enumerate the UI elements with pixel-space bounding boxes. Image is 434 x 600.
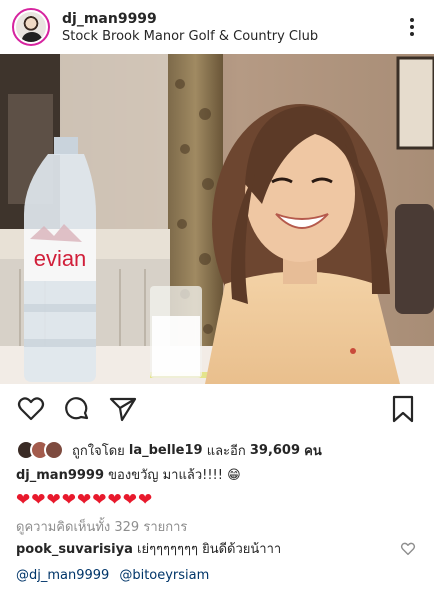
heart-icon[interactable] [16, 394, 46, 424]
action-bar [0, 392, 434, 426]
mention-link[interactable]: @bitoeyrsiam [119, 568, 209, 583]
view-all-comments-link[interactable]: ดูความคิดเห็นทั้ง 329 รายการ [16, 518, 187, 538]
comment-like-heart-icon[interactable] [400, 541, 416, 557]
likes-prefix: ถูกใจโดย [72, 443, 125, 459]
liker-avatars [16, 440, 64, 460]
likes-summary[interactable]: ถูกใจโดย la_belle19 และอีก 39,609 คน [16, 438, 322, 462]
caption-hearts: ❤❤❤❤❤❤❤❤❤ [16, 490, 154, 510]
post-username[interactable]: dj_man9999 [62, 10, 402, 28]
post-location[interactable]: Stock Brook Manor Golf & Country Club [62, 28, 402, 45]
post-photo[interactable]: evian [0, 54, 434, 384]
likes-suffix: คน [304, 443, 322, 459]
likes-connector: และอีก [206, 443, 246, 459]
comment-text: เย่ๆๆๆๆๆๆๆ ยินดีด้วยน้าาา [137, 542, 282, 557]
comment-icon[interactable] [62, 394, 92, 424]
send-icon[interactable] [108, 394, 138, 424]
bottle-brand-label: evian [34, 246, 87, 271]
comment-mentions: @dj_man9999 @bitoeyrsiam [16, 566, 219, 586]
mention-link[interactable]: @dj_man9999 [16, 568, 109, 583]
caption-username[interactable]: dj_man9999 [16, 468, 104, 483]
comment-item: pook_suvarisiya เย่ๆๆๆๆๆๆๆ ยินดีด้วยน้าา… [16, 540, 281, 560]
post-header: dj_man9999 Stock Brook Manor Golf & Coun… [0, 0, 434, 54]
caption: dj_man9999 ของขวัญ มาแล้ว!!!! 😁 [16, 466, 241, 486]
bookmark-icon[interactable] [388, 394, 418, 424]
caption-text: ของขวัญ มาแล้ว!!!! 😁 [108, 468, 241, 483]
post-header-text: dj_man9999 Stock Brook Manor Golf & Coun… [62, 10, 402, 45]
liker-username[interactable]: la_belle19 [129, 443, 203, 458]
comment-username[interactable]: pook_suvarisiya [16, 542, 133, 557]
likes-count[interactable]: 39,609 [250, 443, 300, 458]
avatar [44, 440, 64, 460]
avatar[interactable] [12, 8, 50, 46]
more-options-icon[interactable] [402, 15, 422, 39]
